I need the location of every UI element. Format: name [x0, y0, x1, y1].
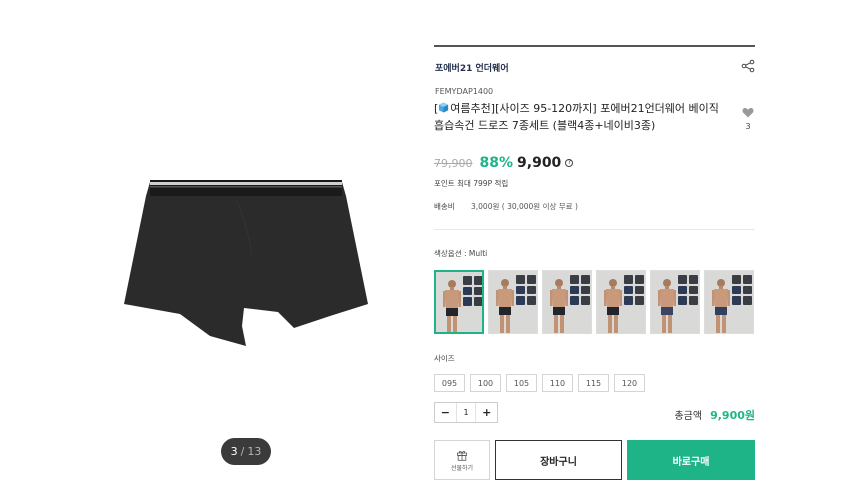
size-option[interactable]: 120: [614, 374, 645, 392]
quantity-stepper: − 1 +: [434, 402, 498, 423]
share-icon[interactable]: [741, 59, 755, 73]
total-amount: 9,900원: [710, 409, 755, 422]
shipping-value: 3,000원 ( 30,000원 이상 무료 ): [471, 202, 578, 211]
image-counter-current: 3: [230, 445, 238, 458]
size-label: 사이즈: [434, 354, 455, 363]
size-options: 095 100 105 110 115 120: [434, 374, 755, 392]
model-figure: [443, 280, 461, 332]
gift-icon: [457, 450, 467, 461]
model-figure: [550, 279, 568, 333]
size-option[interactable]: 110: [542, 374, 573, 392]
color-swatch[interactable]: [488, 270, 538, 334]
product-image-trunks: [124, 180, 368, 346]
color-swatch[interactable]: [542, 270, 592, 334]
color-swatch[interactable]: [596, 270, 646, 334]
original-price: 79,900: [434, 157, 473, 170]
product-boxes: [570, 275, 590, 305]
product-image-area: 3 / 13: [0, 0, 430, 497]
wish-button[interactable]: 3: [741, 103, 755, 131]
increase-button[interactable]: +: [476, 403, 497, 422]
gift-label: 선물하기: [450, 464, 474, 472]
size-option[interactable]: 105: [506, 374, 537, 392]
section-divider: [434, 229, 755, 230]
product-info-panel: 포에버21 언더웨어 FEMYDAP1400 [ 여름추천][사이즈 95-12…: [434, 45, 755, 480]
decrease-button[interactable]: −: [435, 403, 456, 422]
action-buttons: 선물하기 장바구니 바로구매: [434, 440, 755, 480]
product-boxes: [678, 275, 698, 305]
size-option[interactable]: 115: [578, 374, 609, 392]
title-text: 여름추천][사이즈 95-120까지] 포에버21언더웨어 베이직 흡습속건 드…: [434, 102, 719, 132]
model-figure: [712, 279, 730, 333]
image-counter-total: 13: [247, 445, 262, 458]
image-counter-separator: /: [240, 445, 245, 458]
product-title: [ 여름추천][사이즈 95-120까지] 포에버21언더웨어 베이직 흡습속건…: [434, 100, 719, 134]
product-boxes: [732, 275, 752, 305]
model-figure: [496, 279, 514, 333]
total-price: 총금액 9,900원: [674, 407, 755, 423]
color-swatch[interactable]: [704, 270, 754, 334]
size-option[interactable]: 095: [434, 374, 465, 392]
sale-price: 9,900: [517, 155, 562, 171]
color-swatches: [434, 270, 755, 334]
color-swatch[interactable]: [650, 270, 700, 334]
wish-count: 3: [745, 122, 751, 131]
color-option-label: 색상옵션 : Multi: [434, 249, 488, 258]
product-code: FEMYDAP1400: [435, 87, 494, 96]
quantity-value[interactable]: 1: [455, 403, 477, 422]
model-figure: [604, 279, 622, 333]
image-counter: 3 / 13: [221, 438, 271, 465]
total-label: 총금액: [674, 411, 703, 422]
price-row: 79,900 88% 9,900 ?: [434, 155, 755, 175]
shipping-label: 배송비: [434, 202, 455, 211]
discount-rate: 88%: [479, 155, 514, 171]
size-option[interactable]: 100: [470, 374, 501, 392]
product-boxes: [463, 276, 482, 306]
heart-icon[interactable]: [742, 107, 754, 118]
question-icon[interactable]: ?: [565, 159, 574, 167]
gift-button[interactable]: 선물하기: [434, 440, 490, 480]
point-info: 포인트 최대 799P 적립: [434, 179, 509, 188]
product-boxes: [624, 275, 644, 305]
brand-name[interactable]: 포에버21 언더웨어: [435, 61, 509, 74]
color-swatch[interactable]: [434, 270, 484, 334]
product-boxes: [516, 275, 536, 305]
add-to-cart-button[interactable]: 장바구니: [495, 440, 622, 480]
shipping-info: 배송비 3,000원 ( 30,000원 이상 무료 ): [434, 201, 755, 213]
buy-now-button[interactable]: 바로구매: [627, 440, 755, 480]
model-figure: [658, 279, 676, 333]
cube-emoji-icon: [439, 102, 449, 113]
